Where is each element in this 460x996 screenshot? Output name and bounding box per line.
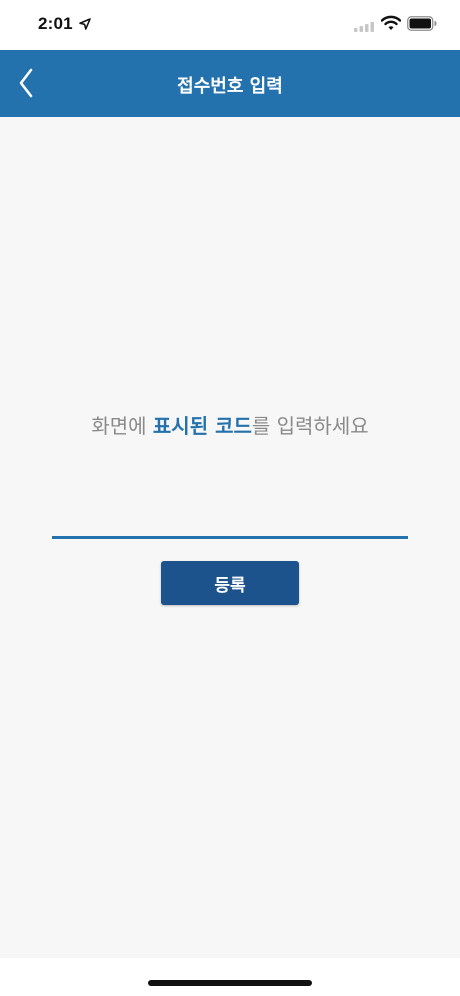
- status-time: 2:01: [38, 14, 73, 33]
- instruction-prefix: 화면에: [91, 414, 153, 438]
- cellular-signal-icon: [354, 22, 374, 32]
- battery-icon: [407, 16, 437, 31]
- code-input[interactable]: [52, 500, 408, 539]
- wifi-icon: [381, 15, 401, 30]
- screen: 2:01 접수번호 입력 화면에 표시된 코드를 입력하세요 등록: [0, 0, 460, 996]
- register-button[interactable]: 등록: [161, 561, 299, 605]
- location-arrow-icon: [79, 18, 91, 30]
- instruction-suffix: 를 입력하세요: [251, 414, 369, 438]
- bottom-safe-area: [0, 958, 460, 996]
- instruction-highlight: 표시된 코드: [152, 414, 252, 438]
- instruction-text: 화면에 표시된 코드를 입력하세요: [0, 410, 460, 439]
- status-bar: 2:01: [0, 0, 460, 50]
- home-indicator[interactable]: [148, 980, 312, 986]
- navigation-bar: 접수번호 입력: [0, 50, 460, 117]
- page-title: 접수번호 입력: [177, 76, 283, 97]
